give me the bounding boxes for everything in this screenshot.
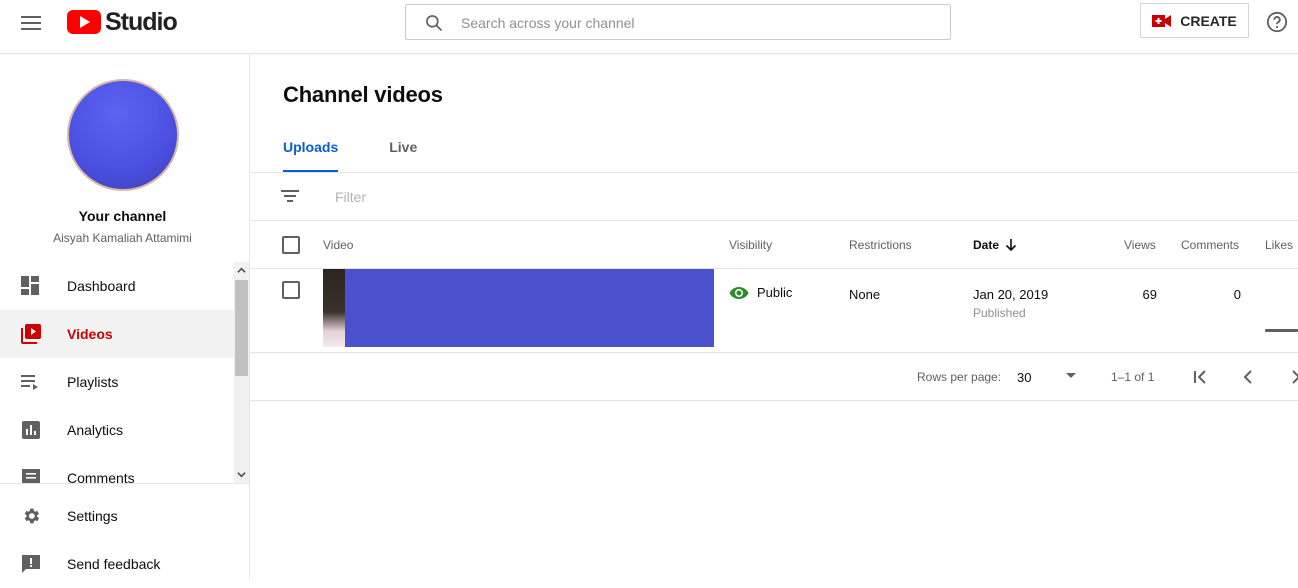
tab-bar: Uploads Live <box>283 139 468 173</box>
gear-icon <box>24 508 40 524</box>
comments-icon <box>22 469 40 484</box>
date-cell: Jan 20, 2019 Published <box>973 287 1048 320</box>
sidebar-item-label: Comments <box>67 470 135 484</box>
search-icon[interactable] <box>424 13 444 33</box>
sidebar: Your channel Aisyah Kamaliah Attamimi Da… <box>0 55 250 579</box>
sidebar-divider <box>0 483 250 484</box>
column-header-date[interactable]: Date <box>973 238 1018 252</box>
table-row[interactable]: Public None Jan 20, 2019 Published 69 0 <box>251 269 1298 353</box>
sidebar-item-label: Dashboard <box>67 278 136 294</box>
channel-name: Aisyah Kamaliah Attamimi <box>53 231 192 245</box>
restrictions-value: None <box>849 287 881 302</box>
filter-input[interactable] <box>335 187 735 207</box>
column-header-views[interactable]: Views <box>1124 238 1156 252</box>
rows-per-page-label: Rows per page: <box>917 370 1002 384</box>
scrollbar-thumb[interactable] <box>235 280 248 376</box>
playlists-icon <box>21 375 38 390</box>
views-value: 69 <box>1142 287 1157 302</box>
date-value: Jan 20, 2019 <box>973 287 1049 302</box>
sidebar-item-analytics[interactable]: Analytics <box>0 406 234 454</box>
sidebar-scrollbar[interactable] <box>234 262 249 484</box>
help-icon[interactable] <box>1266 11 1288 33</box>
row-checkbox[interactable] <box>282 281 300 299</box>
tab-live[interactable]: Live <box>389 139 417 173</box>
arrow-down-icon <box>1005 239 1017 252</box>
dashboard-icon <box>21 276 39 295</box>
sidebar-bottom-nav: Settings Send feedback <box>0 492 250 588</box>
first-page-icon[interactable] <box>1193 369 1207 385</box>
dropdown-arrow-icon[interactable] <box>1066 373 1076 379</box>
search-input[interactable] <box>461 13 921 33</box>
column-header-visibility[interactable]: Visibility <box>729 238 772 252</box>
pagination-bar: Rows per page: 30 1–1 of 1 <box>251 353 1298 401</box>
sidebar-item-settings[interactable]: Settings <box>0 492 250 540</box>
date-header-label: Date <box>973 238 1000 252</box>
chevron-up-icon[interactable] <box>237 266 246 275</box>
studio-logo[interactable]: Studio <box>67 7 178 36</box>
top-header: Studio CREATE <box>0 0 1298 54</box>
visibility-cell[interactable]: Public <box>729 285 792 300</box>
visibility-value: Public <box>757 285 793 300</box>
sidebar-item-label: Analytics <box>67 422 124 438</box>
videos-icon <box>21 324 41 344</box>
select-all-checkbox[interactable] <box>282 236 300 254</box>
column-header-comments[interactable]: Comments <box>1181 238 1239 252</box>
page-title: Channel videos <box>283 82 443 107</box>
likes-bar <box>1265 329 1298 332</box>
sidebar-item-label: Playlists <box>67 374 119 390</box>
thumbnail-image <box>323 269 345 347</box>
camera-plus-icon <box>1152 14 1172 27</box>
next-page-icon[interactable] <box>1291 369 1298 385</box>
sidebar-item-label: Send feedback <box>67 556 161 572</box>
sidebar-item-feedback[interactable]: Send feedback <box>0 540 250 588</box>
page-range: 1–1 of 1 <box>1111 370 1155 384</box>
logo-text: Studio <box>105 7 178 36</box>
search-box[interactable] <box>405 4 951 40</box>
table-header: Video Visibility Restrictions Date Views… <box>251 221 1298 269</box>
column-header-likes[interactable]: Likes <box>1265 238 1293 252</box>
chevron-down-icon[interactable] <box>237 470 246 479</box>
sidebar-item-label: Settings <box>67 508 118 524</box>
sidebar-item-label: Videos <box>67 326 113 342</box>
filter-bar <box>251 173 1298 221</box>
column-header-restrictions[interactable]: Restrictions <box>849 238 912 252</box>
feedback-icon <box>22 555 40 573</box>
previous-page-icon[interactable] <box>1243 369 1253 385</box>
rows-per-page-select[interactable]: 30 <box>1017 370 1031 385</box>
create-button[interactable]: CREATE <box>1140 3 1249 38</box>
sidebar-item-videos[interactable]: Videos <box>0 310 234 358</box>
sidebar-item-comments[interactable]: Comments <box>0 454 234 484</box>
video-thumbnail[interactable] <box>323 269 714 347</box>
eye-icon <box>729 286 749 299</box>
filter-icon[interactable] <box>280 188 300 204</box>
publish-status: Published <box>973 306 1026 320</box>
create-label: CREATE <box>1180 12 1237 29</box>
menu-icon[interactable] <box>21 13 41 31</box>
channel-title: Your channel <box>78 208 167 224</box>
youtube-logo-icon <box>67 10 101 34</box>
comments-value: 0 <box>1233 287 1241 302</box>
column-header-video[interactable]: Video <box>323 238 353 252</box>
tab-uploads[interactable]: Uploads <box>283 139 339 173</box>
sidebar-item-playlists[interactable]: Playlists <box>0 358 234 406</box>
sidebar-item-dashboard[interactable]: Dashboard <box>0 262 234 310</box>
analytics-icon <box>22 421 40 439</box>
sidebar-nav: Dashboard Videos Playlists Analytics Com… <box>0 262 234 484</box>
channel-avatar[interactable] <box>67 79 179 191</box>
main-content: Channel videos Uploads Live Video Visibi… <box>251 55 1298 579</box>
